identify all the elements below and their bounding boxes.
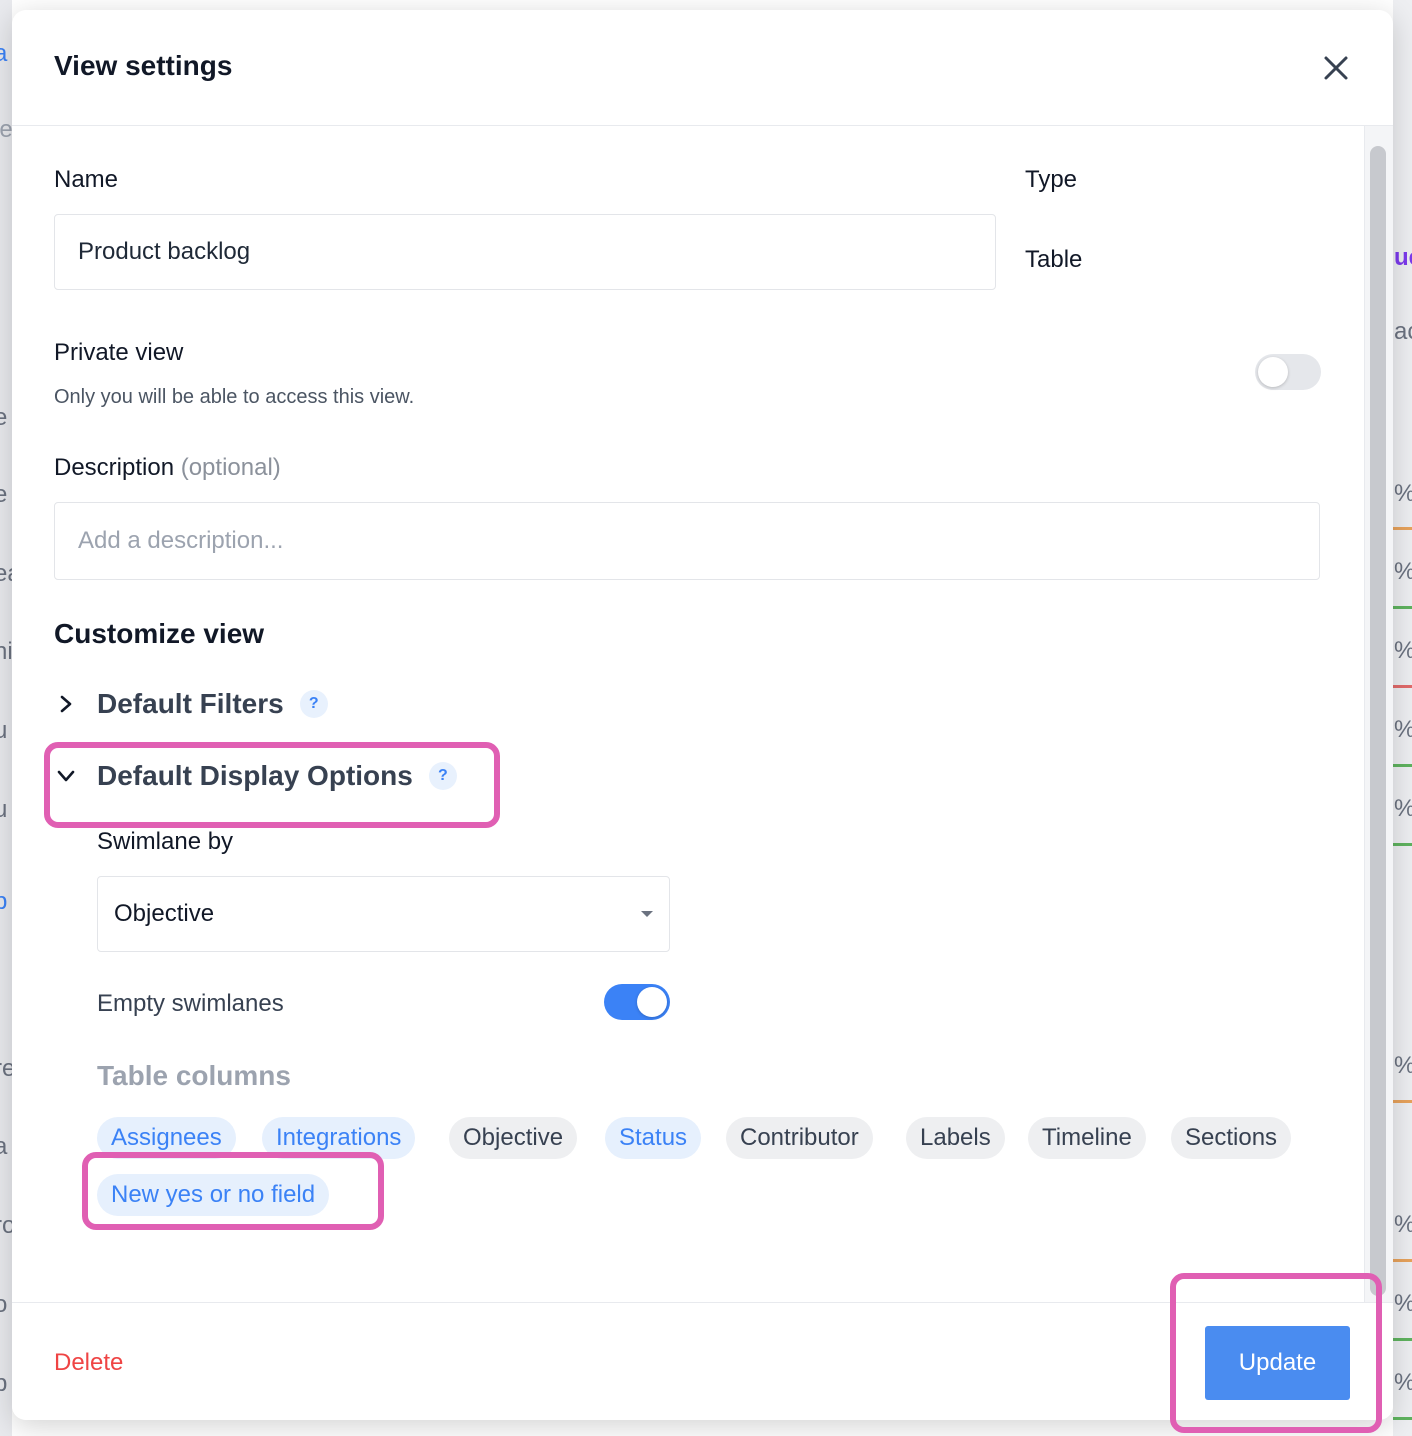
private-view-toggle[interactable]: [1255, 354, 1321, 390]
description-optional: (optional): [180, 454, 281, 481]
description-label-row: Description (optional): [54, 454, 281, 482]
default-filters-label: Default Filters: [97, 688, 284, 719]
default-display-options-label: Default Display Options: [97, 760, 413, 791]
empty-swimlanes-label: Empty swimlanes: [97, 990, 284, 1017]
default-filters-toggle[interactable]: Default Filters ?: [54, 688, 328, 720]
background-text: o: [0, 1291, 8, 1318]
background-text: u: [0, 796, 8, 823]
empty-swimlanes-toggle[interactable]: [604, 984, 670, 1020]
modal-footer: Delete Update: [12, 1302, 1393, 1420]
chevron-down-icon: [54, 764, 78, 788]
caret-down-icon: [641, 911, 653, 917]
background-text: hi: [0, 638, 13, 665]
swimlane-select[interactable]: Objective: [97, 876, 670, 952]
column-chip-status[interactable]: Status: [605, 1117, 702, 1159]
close-button[interactable]: [1316, 48, 1356, 88]
column-chip-assignees[interactable]: Assignees: [97, 1117, 236, 1159]
background-progress-line: [1393, 1417, 1412, 1420]
swimlane-label: Swimlane by: [97, 828, 234, 855]
type-value: Table: [1025, 246, 1083, 273]
background-text: ie: [0, 116, 13, 143]
background-text: %: [1394, 1052, 1412, 1080]
background-text: a: [0, 40, 8, 67]
background-text: %: [1394, 480, 1412, 508]
private-view-label: Private view: [54, 339, 184, 366]
background-progress-line: [1393, 843, 1412, 846]
swimlane-selected-value: Objective: [114, 900, 215, 927]
background-text: %: [1394, 795, 1412, 823]
column-chip-objective[interactable]: Objective: [449, 1117, 578, 1159]
background-text: a: [0, 1133, 8, 1160]
description-label: Description: [54, 454, 175, 481]
background-text: %: [1394, 1369, 1412, 1397]
column-chip-timeline[interactable]: Timeline: [1028, 1117, 1146, 1159]
background-text: %: [1394, 637, 1412, 665]
private-view-help: Only you will be able to access this vie…: [54, 386, 415, 408]
column-chip-labels[interactable]: Labels: [906, 1117, 1005, 1159]
background-text: ue: [1394, 244, 1412, 271]
close-icon: [1324, 56, 1348, 80]
help-icon[interactable]: ?: [428, 762, 457, 790]
background-text: %: [1394, 1211, 1412, 1239]
background-progress-line: [1393, 1100, 1412, 1103]
type-label: Type: [1025, 166, 1078, 193]
name-label: Name: [54, 166, 119, 193]
background-progress-line: [1393, 606, 1412, 609]
background-progress-line: [1393, 1338, 1412, 1341]
scrollbar-thumb[interactable]: [1370, 146, 1386, 1296]
column-chip-integrations[interactable]: Integrations: [262, 1117, 416, 1159]
description-input[interactable]: Add a description...: [54, 502, 1320, 580]
background-text: p: [0, 888, 8, 915]
help-icon[interactable]: ?: [299, 690, 328, 718]
toggle-knob: [637, 987, 667, 1017]
delete-button[interactable]: Delete: [54, 1349, 123, 1377]
customize-view-title: Customize view: [54, 618, 265, 649]
default-display-options-toggle[interactable]: Default Display Options ?: [54, 760, 457, 792]
table-columns-label: Table columns: [97, 1060, 291, 1091]
background-progress-line: [1393, 685, 1412, 688]
background-text: %: [1394, 1290, 1412, 1318]
column-chip-new-yes-or-no-field[interactable]: New yes or no field: [97, 1174, 330, 1216]
chevron-right-icon: [54, 692, 78, 716]
modal-header: View settings: [12, 10, 1393, 126]
column-chip-contributor[interactable]: Contributor: [726, 1117, 873, 1159]
column-chip-sections[interactable]: Sections: [1171, 1117, 1292, 1159]
toggle-knob: [1258, 357, 1288, 387]
background-text: e: [0, 481, 8, 508]
background-text: ac: [1394, 318, 1412, 345]
background-text: %: [1394, 558, 1412, 586]
name-input[interactable]: Product backlog: [54, 214, 996, 290]
background-text: e: [0, 404, 8, 431]
background-progress-line: [1393, 1259, 1412, 1262]
background-text: %: [1394, 716, 1412, 744]
background-text: u: [0, 717, 8, 744]
modal-title: View settings: [54, 50, 233, 81]
background-progress-line: [1393, 527, 1412, 530]
update-button[interactable]: Update: [1205, 1326, 1350, 1400]
background-text: p: [0, 1370, 8, 1397]
background-progress-line: [1393, 764, 1412, 767]
view-settings-modal: View settings Name Type Product backlog …: [12, 10, 1393, 1420]
background-text: i: [0, 978, 1, 1006]
